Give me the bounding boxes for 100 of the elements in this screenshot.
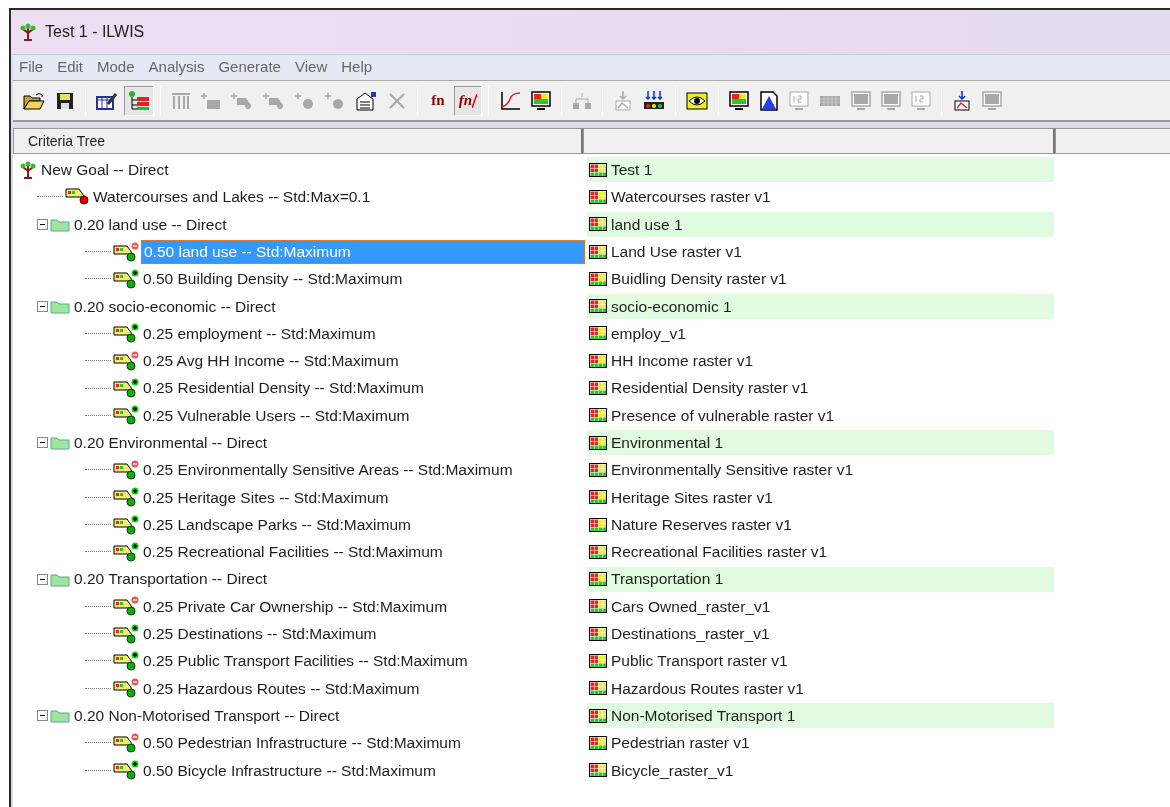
column-header[interactable] [1055, 128, 1170, 154]
toolbar-button[interactable]: fn [454, 85, 482, 116]
tree-item[interactable]: 0.20 socio-economic -- Direct [72, 294, 278, 319]
constraint-map-icon [65, 188, 89, 206]
tree-list-icon [128, 90, 150, 111]
raster-map-icon [589, 435, 607, 450]
monitor-map-icon [982, 90, 1002, 111]
column-header[interactable]: Criteria Tree [13, 128, 583, 154]
map-name: Presence of vulnerable raster v1 [611, 405, 835, 426]
map-name: Transportation 1 [611, 569, 724, 590]
raster-map-icon [589, 299, 607, 314]
raster-map-icon [589, 490, 607, 505]
tree-item[interactable]: 0.25 Environmentally Sensitive Areas -- Std:Maximum [141, 457, 515, 482]
tree-item[interactable]: 0.25 Landscape Parks -- Std:Maximum [141, 512, 413, 537]
map-name: Residential Density raster v1 [611, 378, 809, 399]
raster-map-icon [589, 326, 607, 341]
monitor-icon [789, 90, 809, 111]
map-name: Environmental 1 [611, 433, 723, 453]
map-name: employ_v1 [611, 323, 686, 344]
tree-item[interactable]: 0.25 Heritage Sites -- Std:Maximum [141, 485, 391, 510]
map-name: land use 1 [611, 214, 683, 235]
tree-item[interactable]: 0.25 Recreational Facilities -- Std:Maximum [141, 539, 445, 564]
tree-item[interactable]: 0.25 Vulnerable Users -- Std:Maximum [141, 403, 412, 428]
menu-item[interactable]: Analysis [148, 56, 205, 79]
menu-item[interactable]: Mode [97, 56, 135, 79]
tree-item[interactable]: 0.20 Environmental -- Direct [72, 430, 269, 455]
tree-item[interactable]: 0.25 Residential Density -- Std:Maximum [141, 376, 426, 400]
function-label: fn [431, 93, 445, 108]
raster-map-icon [589, 708, 607, 723]
map-name: Recreational Facilities raster v1 [611, 542, 828, 563]
add-drop-icon [295, 91, 315, 110]
folder-icon [50, 298, 70, 314]
tree-item[interactable]: 0.50 Building Density -- Std:Maximum [141, 266, 405, 291]
monitor-map-icon [729, 90, 749, 111]
collapse-button[interactable] [37, 573, 48, 585]
tree-item[interactable]: 0.25 Destinations -- Std:Maximum [141, 621, 379, 646]
slash-icon [472, 93, 478, 108]
raster-map-icon [589, 244, 607, 259]
map-name: Heritage Sites raster v1 [611, 487, 773, 508]
raster-map-icon [589, 572, 607, 587]
add-map-icon [263, 91, 285, 110]
tree-item[interactable]: 0.25 Hazardous Routes -- Std:Maximum [141, 676, 422, 701]
menu-item[interactable]: View [294, 56, 328, 79]
map-name: HH Income raster v1 [611, 351, 754, 372]
collapse-button[interactable] [37, 300, 48, 312]
arrow-down-map-icon [953, 90, 971, 111]
tree-icon [19, 23, 37, 41]
map-name: Buidling Density raster v1 [611, 269, 787, 290]
tree-item[interactable]: New Goal -- Direct [39, 157, 171, 182]
map-name: Destinations_raster_v1 [611, 624, 770, 645]
tree-item[interactable]: 0.20 Non-Motorised Transport -- Direct [72, 703, 342, 728]
toolbar-button[interactable]: fn [424, 85, 452, 116]
arrows-down-icon [643, 90, 665, 111]
line-graph-icon [499, 90, 521, 111]
tree-item[interactable]: 0.25 Avg HH Income -- Std:Maximum [141, 348, 401, 373]
menu-item[interactable]: Edit [57, 56, 84, 79]
raster-map-icon [589, 353, 607, 368]
folder-icon [50, 708, 70, 724]
folder-icon [50, 216, 70, 232]
raster-map-icon [589, 517, 607, 532]
folder-icon [50, 571, 70, 587]
raster-map-icon [589, 763, 607, 778]
open-folder-icon [23, 91, 45, 110]
raster-map-icon [589, 271, 607, 286]
raster-map-icon [589, 462, 607, 477]
tree-item[interactable]: 0.20 Transportation -- Direct [72, 567, 269, 592]
monitor-icon [911, 90, 931, 111]
add-drop-icon [325, 91, 345, 110]
tree-item[interactable]: 0.25 employment -- Std:Maximum [141, 321, 378, 346]
menu-item[interactable]: File [19, 56, 44, 79]
collapse-button[interactable] [37, 437, 48, 449]
menu-item[interactable]: Generate [218, 56, 281, 79]
tree-item[interactable]: 0.50 Pedestrian Infrastructure -- Std:Maximum [141, 730, 463, 755]
raster-map-icon [589, 544, 607, 559]
map-name: Public Transport raster v1 [611, 651, 788, 672]
tree-item[interactable]: 0.25 Private Car Ownership -- Std:Maximum [141, 594, 450, 619]
raster-map-icon [589, 735, 607, 750]
add-map-icon [231, 91, 253, 110]
tree-item[interactable]: 0.25 Public Transport Facilities -- Std:Maximum [141, 649, 470, 673]
tree-item[interactable]: 0.20 land use -- Direct [72, 212, 229, 237]
map-name: Nature Reserves raster v1 [611, 514, 792, 535]
raster-map-icon [589, 626, 607, 641]
window-title: Test 1 - ILWIS [45, 22, 145, 42]
raster-map-icon [589, 162, 607, 177]
function-label: fn [458, 93, 473, 108]
map-name: Environmentally Sensitive raster v1 [611, 460, 854, 481]
eye-map-icon [686, 90, 708, 111]
collapse-button[interactable] [37, 218, 48, 230]
monitor-map-icon [851, 90, 871, 111]
tree-item[interactable]: Watercourses and Lakes -- Std:Max=0.1 [91, 184, 373, 209]
collapse-button[interactable] [37, 710, 48, 722]
tree-item[interactable]: 0.50 Bicycle Infrastructure -- Std:Maximum [141, 758, 438, 783]
raster-map-icon [589, 599, 607, 614]
map-name: Cars Owned_raster_v1 [611, 596, 771, 617]
folder-icon [50, 435, 70, 451]
raster-map-icon [589, 217, 607, 232]
map-name: Land Use raster v1 [611, 241, 742, 262]
close-icon [388, 91, 406, 110]
menu-item[interactable]: Help [341, 56, 373, 79]
column-header[interactable] [583, 128, 1055, 154]
